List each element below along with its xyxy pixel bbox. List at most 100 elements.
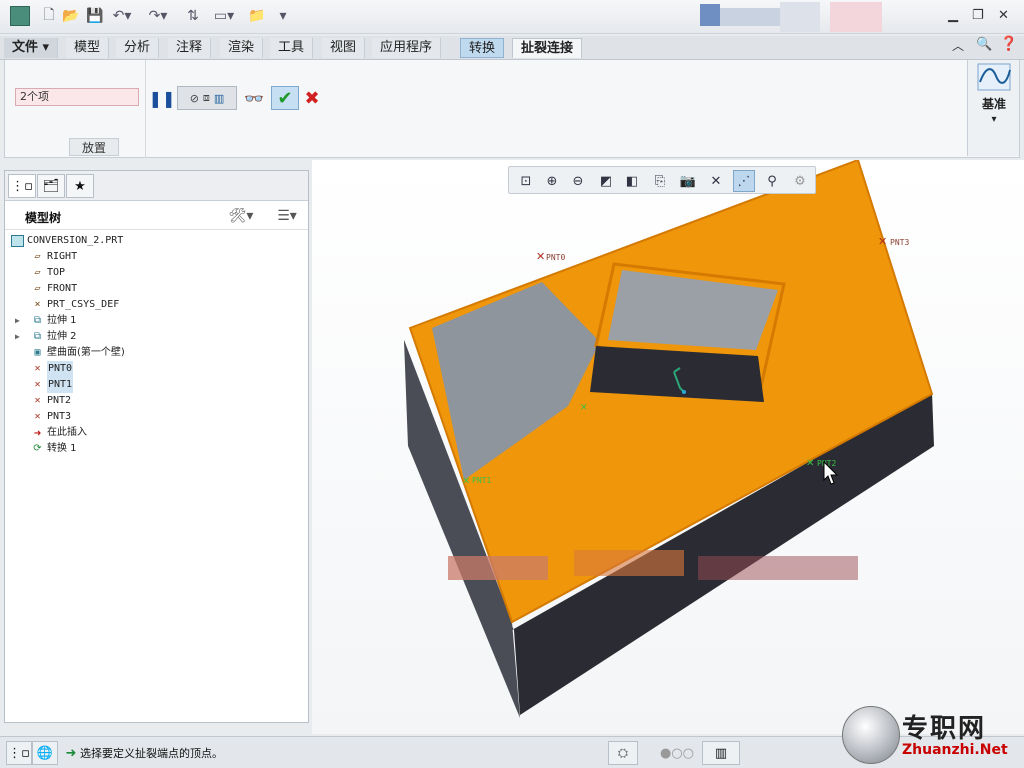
tree-item-pnt3[interactable]: ✕ PNT3 bbox=[5, 409, 305, 425]
placement-group-button[interactable]: 放置 bbox=[69, 138, 119, 156]
view-toolbar: ⊡ ⊕ ⊖ ◩ ◧ ⎘ 📷 ✕ ⋰ ⚲ ⚙ bbox=[508, 166, 816, 194]
datum-display-filters-icon[interactable]: ✕ bbox=[705, 170, 727, 192]
graphics-viewport[interactable]: ✕ PNT0 ✕ PNT1 ✕ PNT2 ✕ PNT3 ✕ ⊡ ⊕ ⊖ ◩ ◧ … bbox=[312, 160, 1024, 734]
dynamic-preview-icon[interactable]: ▥ bbox=[214, 92, 224, 105]
blurred-region bbox=[720, 8, 780, 26]
logo-ball-icon bbox=[842, 706, 900, 764]
refit-icon[interactable]: ⊡ bbox=[515, 170, 537, 192]
confirm-icon[interactable]: ✔ bbox=[271, 86, 299, 110]
tree-item-extrude-2[interactable]: ▶ ⧉ 拉伸 2 bbox=[5, 329, 305, 345]
tab-annotate[interactable]: 注释 bbox=[168, 38, 212, 58]
show-options-icon[interactable]: ☰▾ bbox=[269, 206, 305, 226]
minimize-icon[interactable]: ▁ bbox=[948, 8, 958, 23]
csys-icon: ⨯ bbox=[34, 299, 41, 310]
tab-view[interactable]: 视图 bbox=[322, 38, 366, 58]
extrude-icon: ⧉ bbox=[33, 315, 42, 326]
folder-browser-tab-icon[interactable]: 🗂 bbox=[37, 174, 65, 198]
point-marker-pnt1[interactable]: ✕ bbox=[462, 476, 470, 487]
settings-icon[interactable]: 🛠▾ bbox=[227, 206, 255, 226]
tab-applications[interactable]: 应用程序 bbox=[372, 38, 442, 58]
tree-item-top[interactable]: ▱ TOP bbox=[5, 265, 305, 281]
tab-render[interactable]: 渲染 bbox=[220, 38, 264, 58]
ribbon-panel: 2个项 放置 ❚❚ ⊘ ⧈ ▥ 👓 ✔ ✖ 基准 ▾ bbox=[4, 60, 1020, 158]
close-icon[interactable]: ✕ bbox=[998, 8, 1009, 23]
chevron-down-icon[interactable]: ▾ bbox=[968, 114, 1020, 125]
tree-item-root[interactable]: CONVERSION_2.PRT bbox=[5, 233, 305, 249]
verify-icon[interactable]: ⧈ bbox=[203, 91, 210, 105]
tree-item-pnt0[interactable]: ✕ PNT0 bbox=[5, 361, 305, 377]
tab-file[interactable]: 文件 ▾ bbox=[4, 38, 59, 58]
undo-icon[interactable]: ↶▾ bbox=[110, 6, 134, 26]
tree-item-wall-surface[interactable]: ▣ 壁曲面(第一个壁) bbox=[5, 345, 305, 361]
customize-toolbar-icon[interactable]: ▾ bbox=[276, 6, 290, 26]
collapse-ribbon-icon[interactable]: ︿ bbox=[952, 37, 964, 54]
tree-item-extrude-1[interactable]: ▶ ⧉ 拉伸 1 bbox=[5, 313, 305, 329]
datum-button[interactable]: 基准 ▾ bbox=[967, 60, 1019, 156]
open-file-icon[interactable]: 📂 bbox=[62, 6, 80, 26]
new-file-icon[interactable]: 🗋 bbox=[40, 6, 58, 26]
datum-point-icon: ✕ bbox=[34, 379, 41, 390]
watermark-text: 专职网 bbox=[902, 714, 987, 744]
tree-item-csys[interactable]: ⨯ PRT_CSYS_DEF bbox=[5, 297, 305, 313]
help-icon[interactable]: ❓ bbox=[1000, 36, 1017, 52]
reference-collector[interactable]: 2个项 bbox=[15, 88, 139, 106]
blurred-caption bbox=[448, 556, 548, 580]
repaint-icon[interactable]: ◩ bbox=[595, 170, 617, 192]
tree-item-pnt1[interactable]: ✕ PNT1 bbox=[5, 377, 305, 393]
tree-item-pnt2[interactable]: ✕ PNT2 bbox=[5, 393, 305, 409]
datum-curve-icon bbox=[977, 63, 1011, 91]
tree-item-right[interactable]: ▱ RIGHT bbox=[5, 249, 305, 265]
app-icon[interactable] bbox=[10, 6, 30, 26]
glasses-preview-icon[interactable]: 👓 bbox=[241, 86, 267, 110]
windows-icon[interactable]: ▭▾ bbox=[208, 6, 240, 26]
selection-filter-icon[interactable]: ▥ bbox=[702, 741, 740, 765]
csys-origin bbox=[682, 390, 686, 394]
watermark-logo: 专职网 Zhuanzhi.Net bbox=[840, 704, 1024, 768]
model-tree-tab-icon[interactable]: ⋮▫ bbox=[8, 174, 36, 198]
blurred-region bbox=[830, 2, 882, 32]
regeneration-status-icon[interactable]: ⛭ bbox=[608, 741, 638, 765]
pause-icon[interactable]: ❚❚ bbox=[149, 86, 176, 110]
favorites-tab-icon[interactable]: ★ bbox=[66, 174, 94, 198]
tab-conversion[interactable]: 转换 bbox=[460, 38, 505, 58]
extrude-icon: ⧉ bbox=[33, 331, 42, 342]
expand-icon[interactable]: ▶ bbox=[15, 329, 20, 345]
point-marker-pnt3[interactable]: ✕ bbox=[878, 235, 887, 248]
tree-item-insert-here[interactable]: ➜ 在此插入 bbox=[5, 425, 305, 441]
point-label-pnt3: PNT3 bbox=[890, 238, 909, 247]
restore-icon[interactable]: ❐ bbox=[972, 8, 984, 23]
zoom-out-icon[interactable]: ⊖ bbox=[567, 170, 589, 192]
regenerate-icon[interactable]: ⇅ bbox=[184, 6, 202, 26]
tree-item-front[interactable]: ▱ FRONT bbox=[5, 281, 305, 297]
view-manager-icon[interactable]: 📷 bbox=[677, 170, 699, 192]
expand-icon[interactable]: ▶ bbox=[15, 313, 20, 329]
point-marker-pnt2[interactable]: ✕ bbox=[806, 458, 814, 469]
close-window-icon[interactable]: 📁 bbox=[248, 6, 266, 26]
blurred-region bbox=[700, 4, 720, 26]
save-icon[interactable]: 💾 bbox=[86, 6, 104, 26]
appearance-gallery-icon[interactable]: ⚙ bbox=[789, 170, 811, 192]
navigator-toggle-icon[interactable]: ⋮▫ bbox=[6, 741, 32, 765]
cancel-icon[interactable]: ✖ bbox=[301, 86, 323, 110]
blurred-caption bbox=[574, 550, 684, 576]
tab-model[interactable]: 模型 bbox=[66, 38, 110, 58]
point-marker-pnt0[interactable]: ✕ bbox=[536, 250, 545, 263]
browser-toggle-icon[interactable]: 🌐 bbox=[32, 741, 58, 765]
redo-icon[interactable]: ↷▾ bbox=[146, 6, 170, 26]
no-preview-icon[interactable]: ⊘ bbox=[190, 92, 199, 105]
watermark-url: Zhuanzhi.Net bbox=[902, 742, 1008, 758]
tree-item-conversion-1[interactable]: ⟳ 转换 1 bbox=[5, 441, 305, 457]
display-style-icon[interactable]: ◧ bbox=[621, 170, 643, 192]
saved-orientations-icon[interactable]: ⎘ bbox=[649, 170, 671, 192]
annotation-display-icon[interactable]: ⚲ bbox=[761, 170, 783, 192]
tab-analysis[interactable]: 分析 bbox=[116, 38, 160, 58]
spin-center-icon[interactable]: ⋰ bbox=[733, 170, 755, 192]
search-icon[interactable]: 🔍 bbox=[976, 37, 992, 52]
zoom-in-icon[interactable]: ⊕ bbox=[541, 170, 563, 192]
preview-toggle-group[interactable]: ⊘ ⧈ ▥ bbox=[177, 86, 237, 110]
part-model[interactable]: ✕ PNT0 ✕ PNT1 ✕ PNT2 ✕ PNT3 ✕ bbox=[312, 160, 1024, 734]
tab-tools[interactable]: 工具 bbox=[270, 38, 314, 58]
tab-rip-connect[interactable]: 扯裂连接 bbox=[512, 38, 583, 58]
vertex-marker[interactable]: ✕ bbox=[580, 403, 588, 413]
datum-plane-icon: ▱ bbox=[34, 267, 41, 278]
